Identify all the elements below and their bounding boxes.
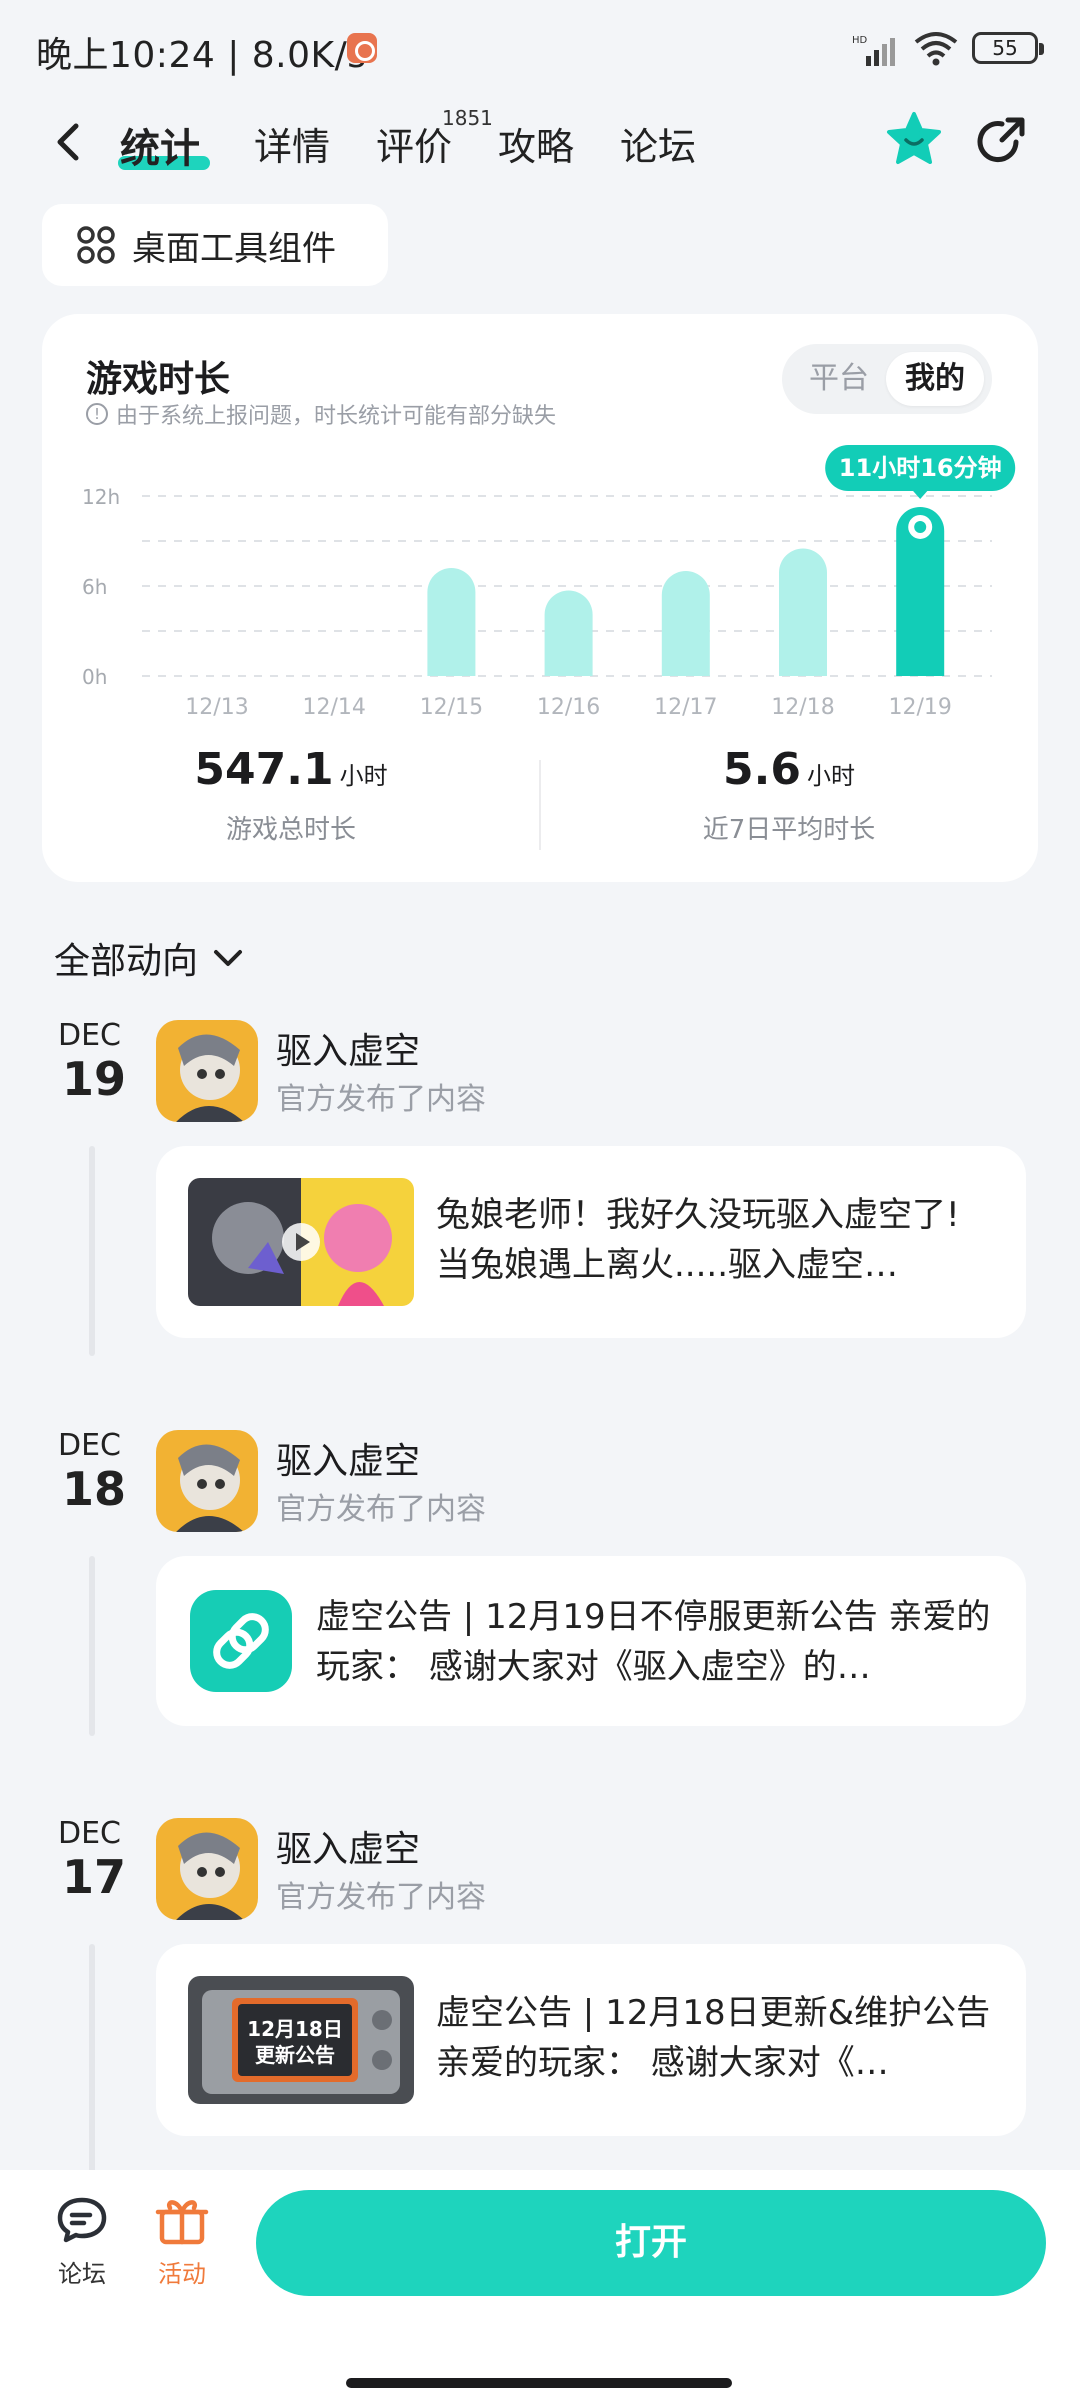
desktop-widget-button[interactable]: 桌面工具组件 [42, 204, 388, 286]
chart-bar[interactable] [661, 571, 710, 676]
game-subtitle: 官方发布了内容 [276, 1880, 486, 1915]
home-indicator[interactable] [346, 2378, 732, 2388]
share-icon[interactable] [972, 114, 1028, 170]
timeline-line [89, 1146, 95, 1356]
activity-label: 活动 [158, 2260, 206, 2288]
bar-tooltip-pointer [912, 489, 929, 499]
game-name[interactable]: 驱入虚空 [276, 1432, 420, 1484]
playtime-bar-chart: 0h 6h 12h 12/13 12/14 12/15 12/16 12/17 12/18 11小… [82, 444, 1016, 720]
x-tick-label: 12/17 [654, 695, 717, 720]
feed-date-day: 19 [62, 1052, 127, 1106]
post-card[interactable]: 兔娘老师！我好久没玩驱入虚空了! 当兔娘遇上离火.....驱入虚空… [156, 1146, 1026, 1338]
playtime-stats-card: 游戏时长 ! 由于系统上报问题，时长统计可能有部分缺失 平台 我的 0h 6h 12… [42, 314, 1038, 882]
toggle-mine[interactable]: 我的 [886, 352, 984, 406]
tab-guides[interactable]: 攻略 [498, 116, 574, 171]
forum-button[interactable]: 论坛 [42, 2194, 122, 2289]
total-playtime: 547.1 小时 游戏总时长 [42, 744, 540, 846]
feed-date-month: DEC [58, 1018, 122, 1053]
post-text: 虚空公告 | 12月19日不停服更新公告 亲爱的玩家： 感谢大家对《驱入虚空》的… [316, 1597, 991, 1687]
average-playtime-value: 5.6 [723, 744, 801, 795]
timeline-line [89, 1556, 95, 1736]
activity-filter-dropdown[interactable]: 全部动向 [54, 932, 244, 984]
feed-date-month: DEC [58, 1428, 122, 1463]
game-avatar[interactable] [156, 1818, 258, 1920]
chart-bar[interactable] [427, 568, 476, 676]
favorite-star-icon[interactable] [884, 110, 944, 170]
battery-icon: 55 [972, 32, 1044, 64]
chevron-down-icon [214, 950, 243, 966]
total-playtime-unit: 小时 [339, 762, 388, 790]
forum-label: 论坛 [58, 2260, 106, 2288]
tab-forum[interactable]: 论坛 [620, 116, 696, 171]
y-tick-label: 6h [82, 575, 107, 599]
gift-icon [155, 2200, 209, 2245]
notice-date-text: 12月18日 [247, 2017, 343, 2041]
post-video-thumbnail [188, 1178, 414, 1306]
feed-date-day: 18 [62, 1462, 127, 1516]
post-card[interactable]: 虚空公告 | 12月19日不停服更新公告 亲爱的玩家： 感谢大家对《驱入虚空》的… [156, 1556, 1026, 1726]
post-text: 虚空公告 | 12月18日更新&维护公告 亲爱的玩家： 感谢大家对《… [436, 1993, 991, 2083]
average-playtime-unit: 小时 [806, 762, 855, 790]
bottom-action-bar: 论坛 活动 打开 [0, 2170, 1080, 2401]
wifi-icon [914, 32, 958, 66]
top-nav: 统计 详情 评价 1851 攻略 论坛 [0, 100, 1080, 210]
y-tick-label: 0h [82, 665, 107, 689]
stats-note-text: 由于系统上报问题，时长统计可能有部分缺失 [116, 404, 557, 429]
notice-title-text: 更新公告 [255, 2043, 335, 2067]
play-icon [282, 1223, 320, 1261]
game-avatar[interactable] [156, 1020, 258, 1122]
toggle-platform[interactable]: 平台 [790, 352, 888, 406]
review-count-badge: 1851 [442, 106, 493, 130]
x-tick-label: 12/19 [888, 695, 951, 720]
widget-grid-icon [77, 226, 115, 264]
post-text: 兔娘老师！我好久没玩驱入虚空了! 当兔娘遇上离火.....驱入虚空… [436, 1195, 960, 1285]
bar-tooltip-label: 11小时16分钟 [839, 454, 1002, 482]
link-icon [190, 1590, 292, 1692]
total-playtime-label: 游戏总时长 [225, 815, 356, 845]
game-subtitle: 官方发布了内容 [276, 1082, 486, 1117]
status-time: 晚上10:24 | 8.0K/s [36, 35, 367, 76]
svg-text:HD: HD [852, 35, 868, 46]
x-tick-label: 12/13 [185, 695, 248, 720]
bar-marker-inner [914, 520, 927, 533]
widget-button-label: 桌面工具组件 [132, 228, 336, 269]
tab-details[interactable]: 详情 [254, 116, 330, 171]
post-notice-thumbnail: 12月18日 更新公告 [188, 1976, 414, 2104]
average-playtime-label: 近7日平均时长 [702, 815, 876, 845]
total-playtime-value: 547.1 [194, 744, 334, 795]
x-tick-label: 12/16 [537, 695, 600, 720]
x-tick-label: 12/18 [771, 695, 834, 720]
x-tick-label: 12/15 [420, 695, 483, 720]
back-icon[interactable] [50, 120, 90, 164]
tab-stats[interactable]: 统计 [120, 116, 200, 174]
tab-reviews[interactable]: 评价 [376, 116, 452, 171]
info-icon: ! [86, 403, 108, 425]
status-bar: 晚上10:24 | 8.0K/s HD 55 [0, 0, 1080, 96]
game-name[interactable]: 驱入虚空 [276, 1820, 420, 1872]
x-tick-label: 12/14 [302, 695, 365, 720]
game-name[interactable]: 驱入虚空 [276, 1022, 420, 1074]
filter-label: 全部动向 [54, 941, 199, 982]
signal-icon: HD [852, 35, 895, 66]
game-subtitle: 官方发布了内容 [276, 1492, 486, 1527]
forum-chat-icon [57, 2197, 107, 2243]
post-card[interactable]: 12月18日 更新公告 虚空公告 | 12月18日更新&维护公告 亲爱的玩家： … [156, 1944, 1026, 2136]
y-tick-label: 12h [82, 485, 120, 509]
chart-bar[interactable] [544, 590, 593, 676]
activity-button[interactable]: 活动 [142, 2194, 222, 2289]
stats-note: ! 由于系统上报问题，时长统计可能有部分缺失 [86, 398, 556, 430]
feed-date-day: 17 [62, 1850, 127, 1904]
timeline-line [89, 1944, 95, 2174]
average-playtime: 5.6 小时 近7日平均时长 [540, 744, 1038, 846]
feed-date-month: DEC [58, 1816, 122, 1851]
platform-toggle: 平台 我的 [782, 344, 992, 414]
game-avatar[interactable] [156, 1430, 258, 1532]
app-notification-icon [347, 33, 377, 63]
open-game-button[interactable]: 打开 [256, 2190, 1046, 2296]
chart-bar[interactable] [779, 548, 827, 677]
stats-title: 游戏时长 [86, 359, 231, 400]
